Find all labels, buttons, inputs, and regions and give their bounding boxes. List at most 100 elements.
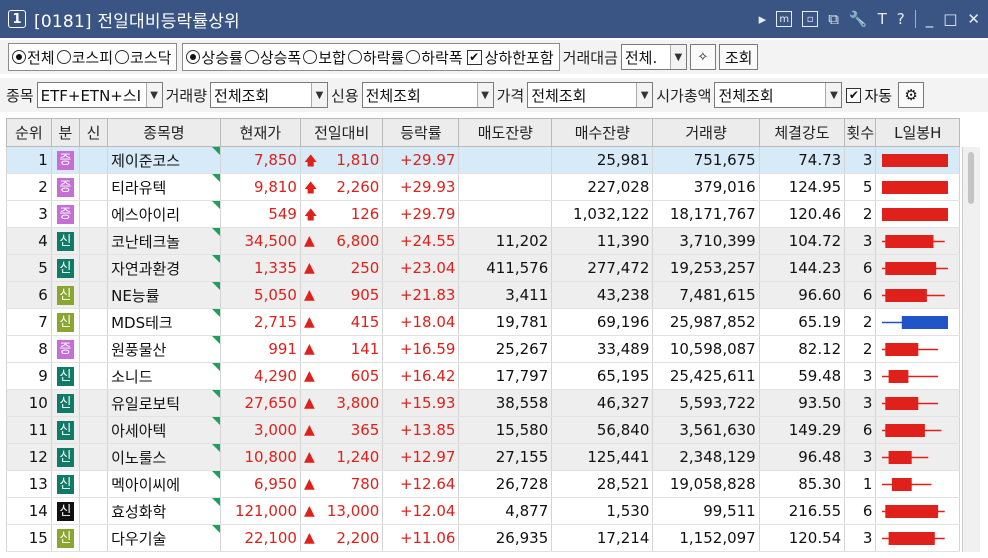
cell-count: 2 (844, 308, 877, 336)
col-volume[interactable]: 거래량 (652, 118, 760, 147)
font-size-icon[interactable]: T (878, 10, 887, 28)
cell-stock-name[interactable]: 자연과환경 (107, 254, 221, 282)
table-row[interactable]: 15 신 다우기술 22,100 ▲ 2,200 +11.06 26,935 17,214 1,1… (6, 524, 960, 552)
table-row[interactable]: 3 증 에스아이리 549 🡅 126 +29.79 1,032,122 18,171,767 1… (6, 200, 960, 228)
table-row[interactable]: 13 신 멕아이씨에 6,950 ▲ 780 +12.64 26,728 28,521 19,05… (6, 470, 960, 498)
candle-body (885, 397, 919, 410)
table-row[interactable]: 11 신 아세아텍 3,000 ▲ 365 +13.85 15,580 56,840 3,561,… (6, 416, 960, 444)
col-daily-candle[interactable]: L일봉H (875, 118, 960, 147)
cell-stock-name[interactable]: 원풍물산 (107, 335, 221, 363)
market-cap-select[interactable]: 전체조회 ▼ (714, 82, 843, 108)
vertical-scrollbar[interactable] (962, 147, 980, 552)
daily-candle-chart (882, 478, 932, 491)
col-rank[interactable]: 순위 (6, 118, 52, 147)
link-window-icon[interactable]: ▫ (802, 11, 819, 27)
cell-new (78, 227, 109, 255)
mode-radio-flat[interactable]: 보합 (303, 47, 346, 68)
cell-stock-name[interactable]: 다우기술 (107, 524, 221, 552)
cell-stock-name[interactable]: MDS테크 (107, 308, 221, 336)
mode-radio-rise-amount[interactable]: 상승폭 (244, 47, 301, 68)
col-strength[interactable]: 체결강도 (758, 118, 846, 147)
cell-strength: 74.73 (758, 146, 846, 174)
cell-daily-candle (875, 362, 960, 390)
cell-change: ▲ 605 (299, 362, 384, 390)
cell-stock-name[interactable]: 이노룰스 (107, 443, 221, 471)
cell-stock-name[interactable]: 아세아텍 (107, 416, 221, 444)
col-ask-remain[interactable]: 매도잔량 (458, 118, 553, 147)
help-icon[interactable]: ? (897, 10, 905, 28)
cell-stock-name[interactable]: 에스아이리 (107, 200, 221, 228)
maximize-icon[interactable]: □ (943, 10, 957, 28)
close-icon[interactable]: ✕ (967, 10, 980, 28)
mode-radio-rise-rate[interactable]: 상승률 (186, 47, 243, 68)
market-radio-kospi[interactable]: 코스피 (56, 47, 113, 68)
memo-icon[interactable]: m (776, 11, 793, 27)
credit-filter-select[interactable]: 전체조회 ▼ (361, 82, 494, 108)
cell-stock-name[interactable]: 효성화학 (107, 497, 221, 525)
table-row[interactable]: 2 증 티라유텍 9,810 🡅 2,260 +29.93 227,028 379,016 124… (6, 173, 960, 201)
col-count[interactable]: 횟수 (844, 118, 877, 147)
table-row[interactable]: 4 신 코난테크놀 34,500 ▲ 6,800 +24.55 11,202 11,390 3,7… (6, 227, 960, 255)
cell-strength: 120.46 (758, 200, 846, 228)
limit-include-checkbox[interactable]: ✔ 상하한포함 (466, 47, 554, 68)
condition-settings-button[interactable]: ✧ (689, 44, 716, 70)
market-radio-kosdaq[interactable]: 코스닥 (115, 47, 171, 68)
cell-stock-name[interactable]: 제이준코스 (107, 146, 221, 174)
cell-category: 신 (50, 497, 80, 525)
up-triangle-icon: ▲ (303, 233, 315, 249)
cell-daily-candle (875, 497, 960, 525)
candle-body (885, 343, 919, 356)
grid-settings-button[interactable]: ⚙ (898, 82, 925, 108)
col-rate[interactable]: 등락률 (382, 118, 460, 147)
mode-radio-fall-amount[interactable]: 하락폭 (406, 47, 463, 68)
cell-price: 991 (219, 335, 301, 363)
table-row[interactable]: 1 증 제이준코스 7,850 🡅 1,810 +29.97 25,981 751,675 74.… (6, 146, 960, 174)
cell-stock-name[interactable]: 티라유텍 (107, 173, 221, 201)
col-bid-remain[interactable]: 매수잔량 (551, 118, 654, 147)
col-new[interactable]: 신 (78, 118, 109, 147)
cell-stock-name[interactable]: 소니드 (107, 362, 221, 390)
trade-amount-select[interactable]: 전체. ▼ (620, 44, 687, 70)
cell-stock-name[interactable]: 멕아이씨에 (107, 470, 221, 498)
minimize-icon[interactable]: _ (926, 10, 934, 28)
table-row[interactable]: 5 신 자연과환경 1,335 ▲ 250 +23.04 411,576 277,472 19,2… (6, 254, 960, 282)
col-name[interactable]: 종목명 (107, 118, 221, 147)
cell-stock-name[interactable]: 유일로보틱 (107, 389, 221, 417)
category-badge: 신 (56, 258, 74, 278)
table-row[interactable]: 7 신 MDS테크 2,715 ▲ 415 +18.04 19,781 69,196 25,987… (6, 308, 960, 336)
cell-new (78, 173, 109, 201)
copy-window-icon[interactable]: ⧉ (828, 10, 839, 28)
col-price[interactable]: 현재가 (219, 118, 301, 147)
play-icon[interactable]: ▸ (759, 10, 767, 28)
market-radio-all[interactable]: 전체 (12, 47, 55, 68)
cell-price: 121,000 (219, 497, 301, 525)
radio-button-icon (303, 50, 318, 64)
volume-filter-select[interactable]: 전체조회 ▼ (210, 82, 329, 108)
cell-ask-remain: 38,558 (458, 389, 553, 417)
table-row[interactable]: 12 신 이노룰스 10,800 ▲ 1,240 +12.97 27,155 125,441 2,… (6, 443, 960, 471)
auto-refresh-checkbox[interactable]: ✔ 자동 (846, 85, 892, 106)
mode-radio-fall-rate[interactable]: 하락률 (347, 47, 404, 68)
col-change[interactable]: 전일대비 (299, 118, 384, 147)
cell-price: 7,850 (219, 146, 301, 174)
cell-count: 2 (844, 200, 877, 228)
scrollbar-thumb[interactable] (968, 152, 974, 204)
cell-rate: +12.64 (382, 470, 460, 498)
settings-wrench-icon[interactable]: 🔧 (849, 10, 868, 28)
col-category[interactable]: 분 (50, 118, 80, 147)
cell-stock-name[interactable]: 코난테크놀 (107, 227, 221, 255)
table-row[interactable]: 8 증 원풍물산 991 ▲ 141 +16.59 25,267 33,489 10,598,08… (6, 335, 960, 363)
table-row[interactable]: 10 신 유일로보틱 27,650 ▲ 3,800 +15.93 38,558 46,327 5,… (6, 389, 960, 417)
table-row[interactable]: 14 신 효성화학 121,000 ▲ 13,000 +12.04 4,877 1,530 99,… (6, 497, 960, 525)
cell-daily-candle (875, 227, 960, 255)
table-row[interactable]: 9 신 소니드 4,290 ▲ 605 +16.42 17,797 65,195 25,425,6… (6, 362, 960, 390)
cell-rate: +12.97 (382, 443, 460, 471)
cell-price: 27,650 (219, 389, 301, 417)
query-button[interactable]: 조회 (718, 44, 759, 70)
price-filter-select[interactable]: 전체조회 ▼ (527, 82, 654, 108)
stock-type-select[interactable]: ETF+ETN+스I ▼ (36, 82, 163, 108)
table-row[interactable]: 6 신 NE능률 5,050 ▲ 905 +21.83 3,411 43,238 7,481,61… (6, 281, 960, 309)
cell-stock-name[interactable]: NE능률 (107, 281, 221, 309)
stock-type-label: 종목 (6, 86, 34, 105)
cell-volume: 3,710,399 (652, 227, 760, 255)
